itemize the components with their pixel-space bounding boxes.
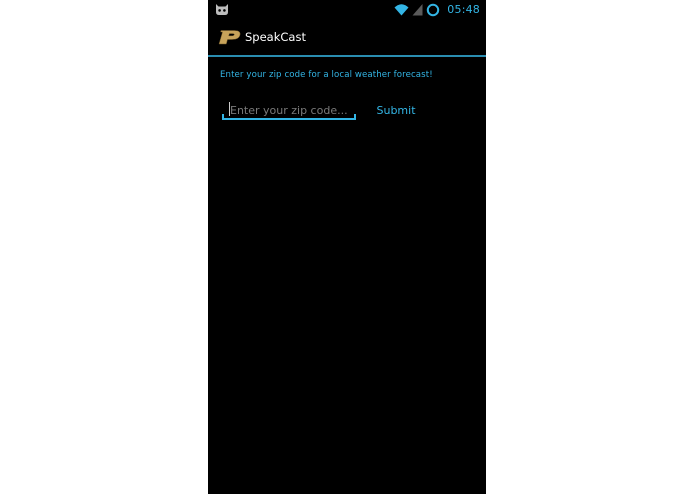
status-clock: 05:48 [447,3,480,16]
battery-circle-icon [427,3,440,16]
input-underline [222,118,356,120]
purdue-p-logo[interactable] [218,30,242,45]
app-title: SpeakCast [245,30,306,44]
phone-screen: 05:48 SpeakCast Enter your zip code for … [208,0,486,494]
zip-code-input[interactable] [222,100,356,120]
status-bar: 05:48 [208,0,486,19]
action-bar-divider [208,55,486,57]
zip-prompt-label: Enter your zip code for a local weather … [220,70,433,80]
cell-signal-icon [412,4,423,16]
cyanogenmod-bot-icon [216,4,228,15]
text-cursor [229,102,230,116]
action-bar: SpeakCast [208,19,486,55]
status-icons: 05:48 [394,2,480,17]
wifi-icon [394,4,409,16]
submit-button[interactable]: Submit [368,100,424,120]
